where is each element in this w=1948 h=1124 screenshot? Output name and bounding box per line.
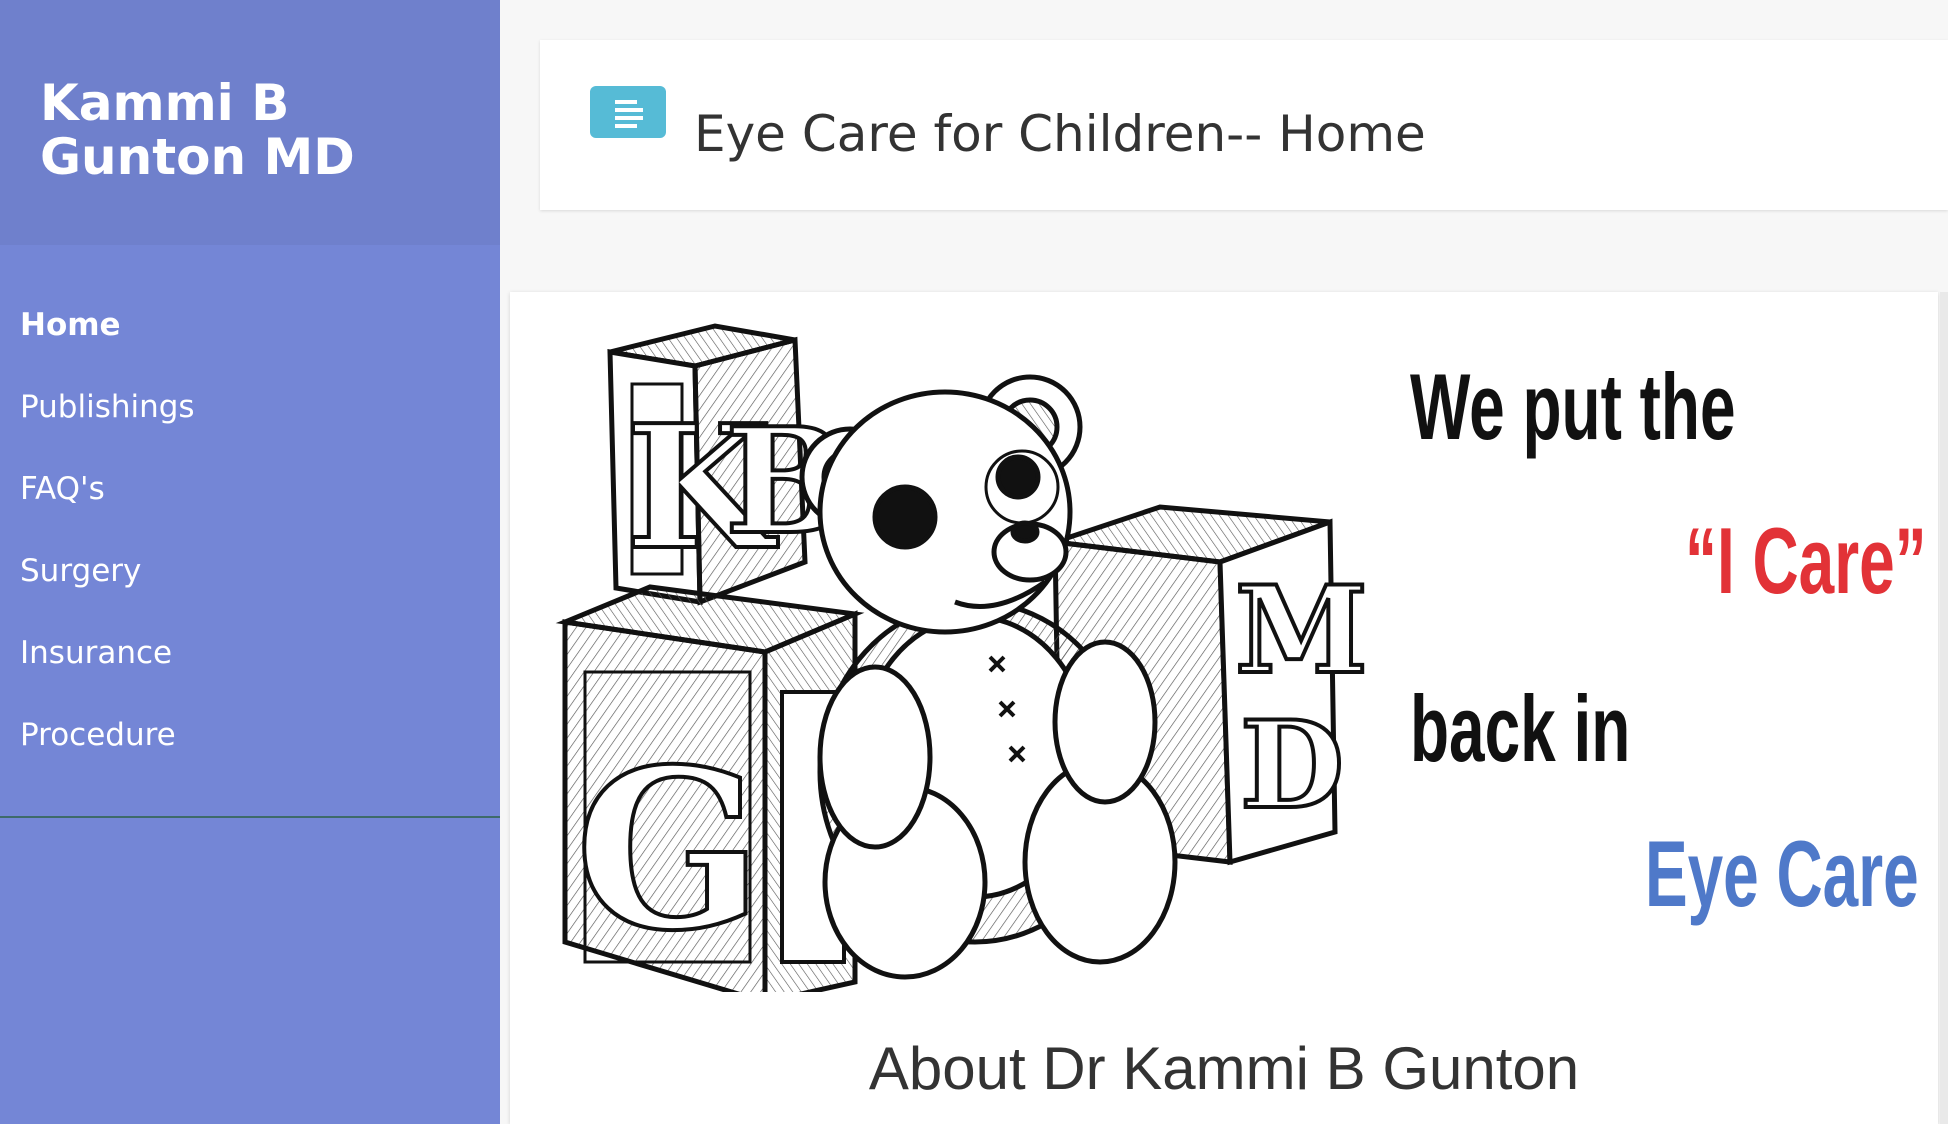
sidebar-item-home[interactable]: Home — [0, 295, 500, 377]
about-heading: About Dr Kammi B Gunton — [868, 1035, 1580, 1102]
sidebar-nav: Home Publishings FAQ's Surgery Insurance… — [0, 295, 500, 787]
sidebar-item-faqs[interactable]: FAQ's — [0, 459, 500, 541]
sidebar-item-insurance[interactable]: Insurance — [0, 623, 500, 705]
hero-banner: K B G M D We put the “I Care” back in Ey… — [540, 292, 1927, 1002]
banner-line-1: We put the — [1410, 354, 1736, 459]
menu-toggle-button[interactable] — [590, 86, 666, 138]
sidebar-item-publishings[interactable]: Publishings — [0, 377, 500, 459]
menu-lines-icon — [615, 116, 643, 120]
top-header: Eye Care for Children-- Home — [540, 40, 1948, 210]
menu-lines-icon — [615, 124, 637, 128]
menu-lines-icon — [615, 108, 643, 112]
page-title: Eye Care for Children-- Home — [694, 105, 1426, 163]
sidebar-item-surgery[interactable]: Surgery — [0, 541, 500, 623]
teddy-bear — [799, 374, 1178, 980]
sidebar-header: Kammi B Gunton MD — [0, 0, 500, 245]
letter-g: G — [575, 720, 763, 979]
letter-d: D — [1240, 695, 1344, 836]
menu-lines-icon — [615, 100, 637, 104]
main-content-card: K B G M D We put the “I Care” back in Ey… — [510, 292, 1938, 1124]
sidebar: Kammi B Gunton MD Home Publishings FAQ's… — [0, 0, 500, 1124]
banner-line-3: back in — [1410, 676, 1631, 781]
letter-m: M — [1235, 560, 1368, 701]
brand-title[interactable]: Kammi B Gunton MD — [40, 76, 480, 184]
banner-line-2: “I Care” — [1685, 508, 1927, 613]
scroll-edge — [1940, 292, 1948, 1124]
blocks-and-teddy-bear-illustration: K B G M D — [555, 323, 1370, 992]
sidebar-item-procedure[interactable]: Procedure — [0, 705, 500, 787]
banner-line-4: Eye Care — [1645, 821, 1919, 926]
sidebar-divider — [0, 816, 500, 818]
